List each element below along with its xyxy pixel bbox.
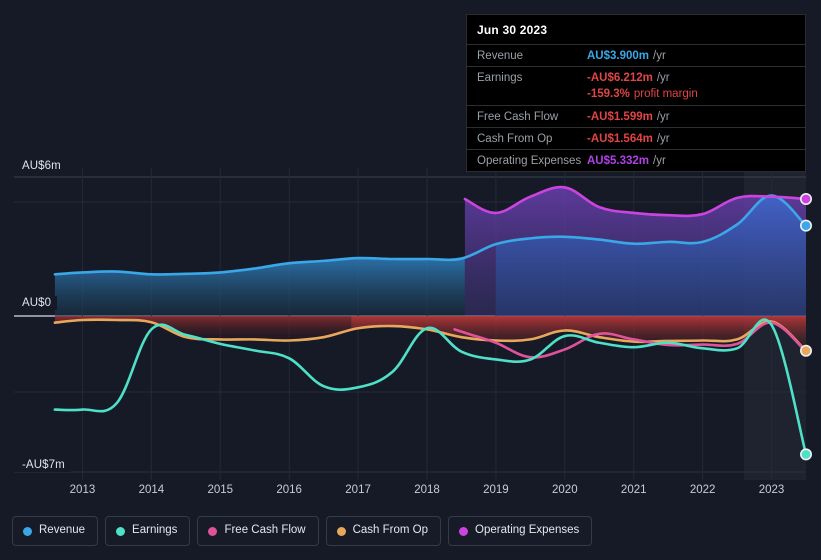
x-axis-tick: 2017 — [345, 484, 371, 496]
x-axis-tick: 2013 — [69, 484, 96, 496]
legend-item-earnings[interactable]: Earnings — [105, 516, 191, 546]
legend-color-swatch-icon — [208, 526, 218, 536]
x-axis-tick: 2021 — [620, 484, 647, 496]
chart-legend[interactable]: Revenue Earnings Free Cash Flow Cash From O… — [12, 516, 593, 546]
endpoint-dot-revenue[interactable] — [799, 219, 812, 232]
tooltip-row-key: Cash From Op — [477, 133, 553, 145]
tooltip-row-key: Revenue — [477, 50, 524, 62]
tooltip-row-unit: /yr — [656, 133, 670, 145]
y-axis-label-top: AU$6m — [12, 159, 67, 173]
legend-color-swatch-icon — [336, 526, 346, 536]
legend-item-cash-from-op[interactable]: Cash From Op — [325, 516, 442, 546]
tooltip-row: Operating Expenses AU$5.332m/yr — [467, 149, 805, 171]
legend-label: Revenue — [39, 524, 86, 537]
x-axis-tick: 2020 — [552, 484, 578, 496]
tooltip-row-value: -AU$1.564m — [587, 133, 653, 145]
tooltip-row: Revenue AU$3.900m/yr — [467, 44, 805, 66]
legend-label: Earnings — [132, 524, 178, 537]
tooltip-row-key: Earnings — [477, 72, 523, 84]
endpoint-dot-operating-expenses[interactable] — [799, 193, 812, 206]
x-axis-tick: 2018 — [414, 484, 440, 496]
endpoint-dot-cash-from-op[interactable] — [799, 344, 812, 357]
tooltip-row-unit: /yr — [653, 50, 666, 62]
tooltip-rows: Revenue AU$3.900m/yr Earnings -AU$6.212m/yr… — [467, 44, 805, 171]
legend-item-free-cash-flow[interactable]: Free Cash Flow — [197, 516, 319, 546]
legend-color-swatch-icon — [116, 526, 126, 536]
financial-history-chart: AU$6m AU$0 -AU$7m 2013 2014 2015 2016 2017 20… — [0, 0, 821, 560]
tooltip-row-key: Free Cash Flow — [477, 111, 559, 123]
x-axis: 2013 2014 2015 2016 2017 2018 2019 2020 2021 2022… — [0, 480, 821, 508]
tooltip-row-note: profit margin — [633, 88, 698, 100]
tooltip-row: -159.3% profit margin — [467, 88, 805, 105]
tooltip-date: Jun 30 2023 — [477, 23, 548, 37]
tooltip-row-value: AU$3.900m — [587, 50, 650, 62]
tooltip-row-value: AU$5.332m — [587, 155, 650, 167]
tooltip-row-value: -AU$6.212m — [587, 72, 653, 84]
legend-color-swatch-icon — [23, 526, 32, 536]
endpoint-dot-earnings[interactable] — [799, 448, 812, 461]
legend-color-swatch-icon — [459, 526, 469, 536]
tooltip-row-value: -159.3% — [587, 88, 630, 100]
tooltip-row-value: -AU$1.599m — [587, 111, 653, 123]
x-axis-tick: 2023 — [758, 484, 785, 496]
x-axis-tick: 2019 — [483, 484, 509, 496]
legend-item-revenue[interactable]: Revenue — [12, 516, 99, 546]
legend-item-operating-expenses[interactable]: Operating Expenses — [448, 516, 593, 546]
tooltip-row-key: Operating Expenses — [477, 155, 582, 167]
tooltip-row-unit: /yr — [656, 72, 670, 84]
legend-label: Operating Expenses — [475, 524, 580, 537]
x-axis-tick: 2014 — [138, 484, 165, 496]
y-axis-label-zero: AU$0 — [12, 296, 58, 310]
x-axis-tick: 2015 — [207, 484, 234, 496]
y-axis-label-bottom: -AU$7m — [12, 458, 71, 472]
tooltip-row-unit: /yr — [653, 155, 666, 167]
tooltip-row-unit: /yr — [656, 111, 670, 123]
chart-tooltip: Jun 30 2023 Revenue AU$3.900m/yr Earnings -… — [466, 14, 806, 172]
x-axis-tick: 2016 — [276, 484, 302, 496]
legend-label: Cash From Op — [352, 524, 429, 537]
legend-label: Free Cash Flow — [224, 524, 306, 537]
tooltip-row: Earnings -AU$6.212m/yr — [467, 66, 805, 88]
tooltip-row: Free Cash Flow -AU$1.599m/yr — [467, 105, 805, 127]
x-axis-tick: 2022 — [689, 484, 716, 496]
tooltip-row: Cash From Op -AU$1.564m/yr — [467, 127, 805, 149]
